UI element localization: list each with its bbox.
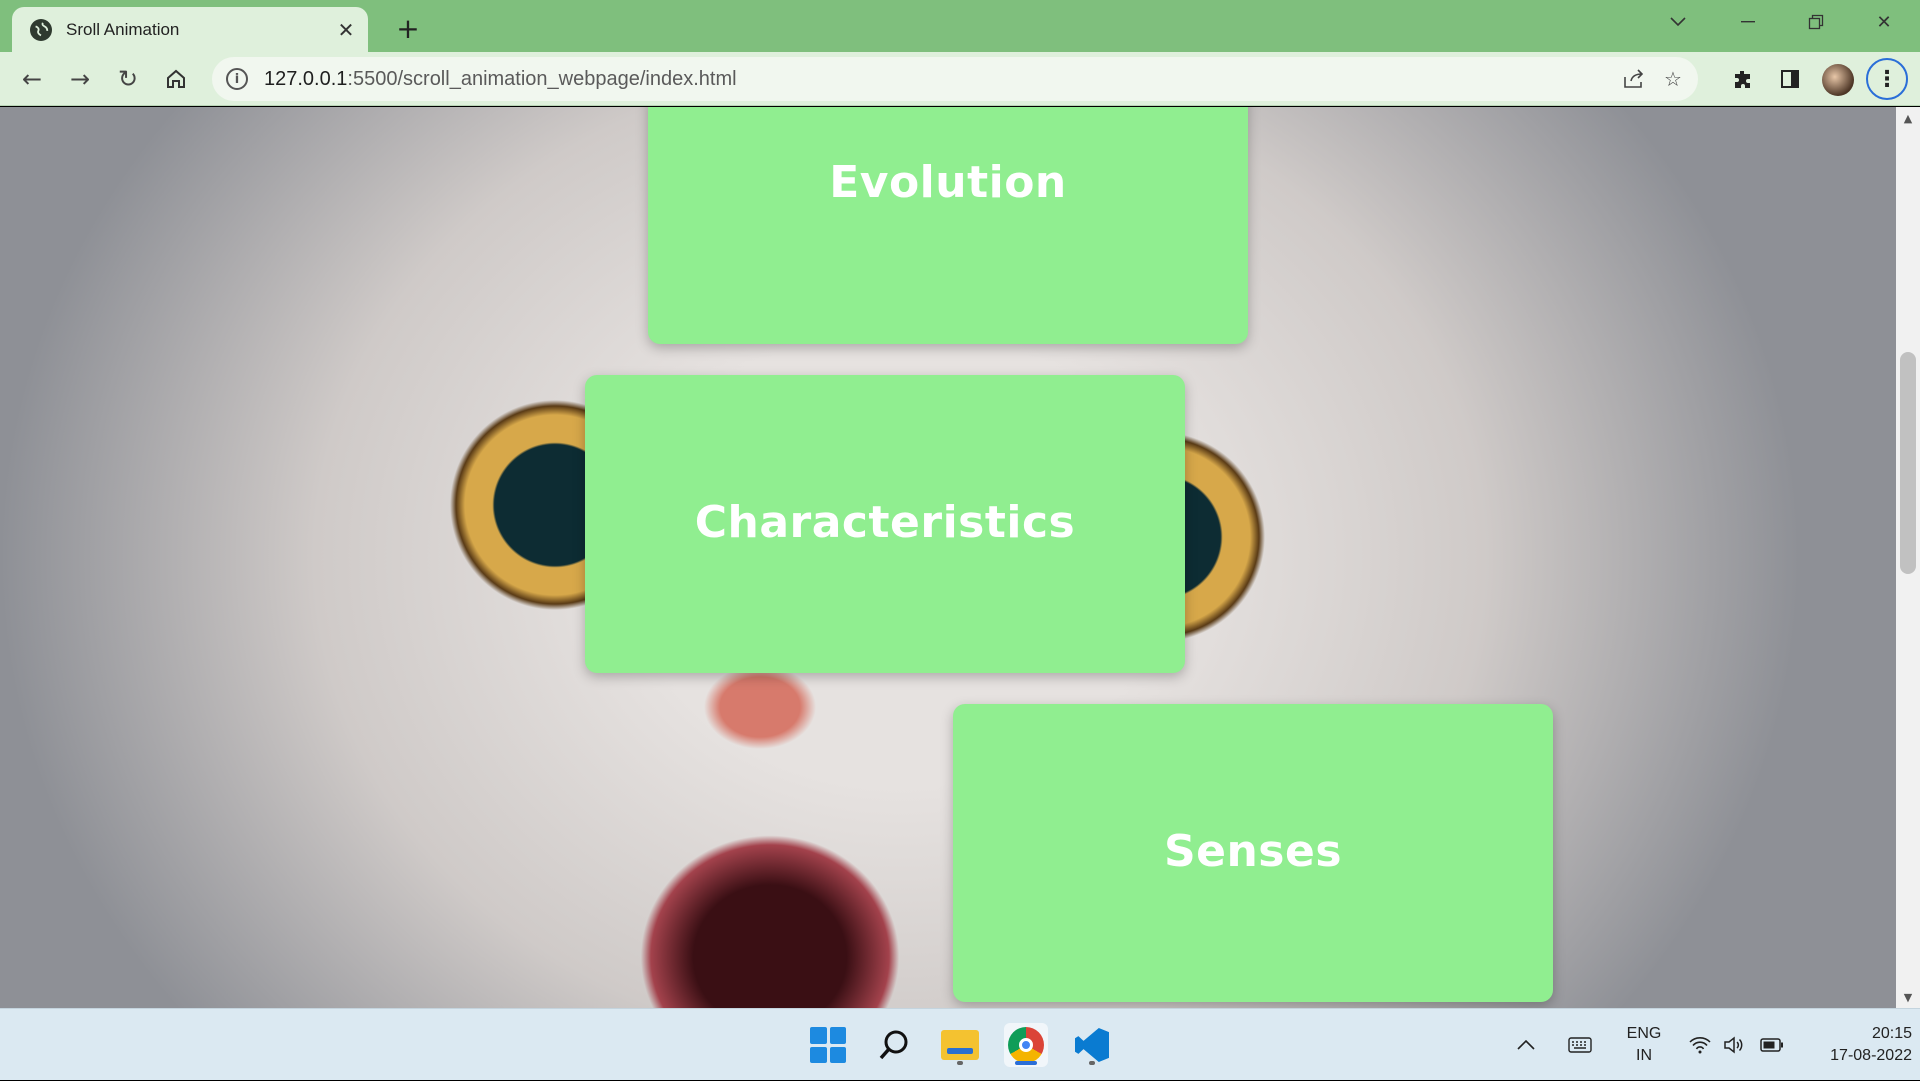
home-icon[interactable] (158, 61, 194, 97)
browser-toolbar: ← → ↻ i 127.0.0.1:5500/scroll_animation_… (0, 52, 1920, 106)
page-viewport: Evolution Characteristics Senses (0, 107, 1896, 1008)
address-url[interactable]: 127.0.0.1:5500/scroll_animation_webpage/… (264, 68, 737, 91)
card-title: Evolution (829, 157, 1067, 208)
share-icon[interactable] (1620, 65, 1648, 93)
keyboard-icon[interactable] (1562, 1009, 1598, 1081)
star-icon[interactable]: ☆ (1659, 65, 1687, 93)
scrollbar-thumb[interactable] (1900, 352, 1916, 574)
sidepanel-icon[interactable] (1772, 61, 1808, 97)
plus-icon[interactable]: + (392, 12, 424, 45)
close-icon[interactable]: ✕ (1854, 6, 1914, 38)
address-bar[interactable]: i 127.0.0.1:5500/scroll_animation_webpag… (212, 57, 1698, 101)
file-explorer-icon[interactable] (938, 1023, 982, 1067)
close-icon[interactable]: ✕ (330, 14, 362, 46)
search-icon[interactable] (872, 1023, 916, 1067)
system-clock[interactable]: 20:15 17-08-2022 (1792, 1009, 1912, 1081)
tab-title: Sroll Animation (66, 19, 180, 39)
card-evolution: Evolution (648, 107, 1248, 344)
chevron-up-icon[interactable] (1508, 1009, 1544, 1081)
windows-taskbar: ENG IN 20:15 17-08-2022 (0, 1008, 1920, 1080)
card-senses: Senses (953, 704, 1553, 1002)
browser-tab[interactable]: Sroll Animation ✕ (12, 7, 368, 52)
globe-icon (30, 18, 52, 41)
minimize-icon[interactable] (1718, 6, 1778, 38)
forward-icon[interactable]: → (62, 61, 98, 97)
wifi-icon[interactable] (1684, 1009, 1716, 1081)
card-characteristics: Characteristics (585, 375, 1185, 673)
scroll-up-arrow[interactable]: ▲ (1896, 107, 1920, 129)
reload-icon[interactable]: ↻ (110, 61, 146, 97)
back-icon[interactable]: ← (14, 61, 50, 97)
browser-tab-strip: Sroll Animation ✕ + ✕ (0, 0, 1920, 52)
volume-icon[interactable] (1718, 1009, 1750, 1081)
card-title: Senses (1163, 826, 1343, 877)
chevron-down-icon[interactable] (1648, 6, 1708, 38)
card-title: Characteristics (694, 497, 1076, 548)
vscode-icon[interactable] (1070, 1023, 1114, 1067)
info-icon[interactable]: i (226, 68, 248, 90)
restore-icon[interactable] (1786, 6, 1846, 38)
windows-start-icon[interactable] (806, 1023, 850, 1067)
extensions-icon[interactable] (1725, 61, 1761, 97)
more-icon[interactable]: ⋮ (1866, 58, 1908, 100)
battery-icon[interactable] (1756, 1009, 1788, 1081)
page-scrollbar[interactable]: ▲ ▼ (1896, 107, 1920, 1008)
language-indicator[interactable]: ENG IN (1612, 1009, 1676, 1081)
scroll-down-arrow[interactable]: ▼ (1896, 986, 1920, 1008)
chrome-icon[interactable] (1004, 1023, 1048, 1067)
avatar[interactable] (1822, 64, 1854, 96)
